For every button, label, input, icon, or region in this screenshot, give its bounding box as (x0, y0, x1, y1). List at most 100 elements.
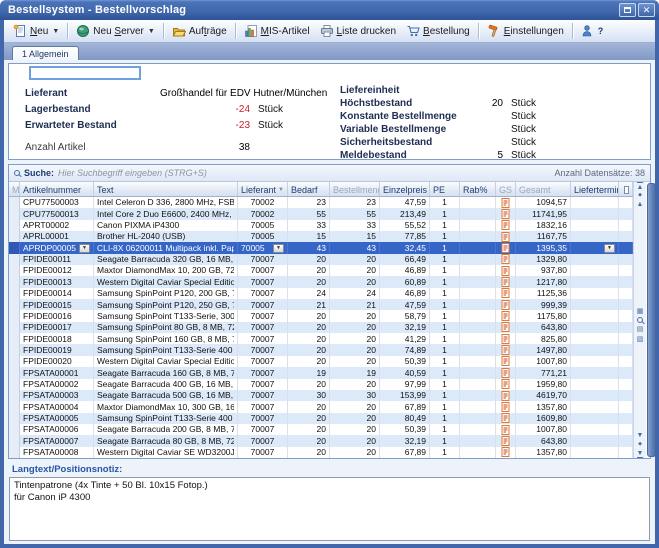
dropdown-button[interactable]: ▼ (79, 244, 90, 253)
table-row[interactable]: CPU77500003Intel Celeron D 336, 2800 MHz… (9, 197, 633, 208)
server-icon (76, 24, 90, 38)
toolbar-button-neu-server[interactable]: Neu Server▼ (71, 21, 160, 41)
cell-text: 20 (317, 334, 326, 345)
grid-filter-icon[interactable]: ▧ (637, 335, 644, 343)
column-header-lieferant[interactable]: Lieferant▼ (238, 182, 288, 196)
help-button[interactable]: ? (576, 21, 609, 41)
scroll-up-icon[interactable]: ▲ (637, 200, 644, 209)
cell-text: APRT00002 (23, 220, 69, 231)
table-row[interactable]: FPIDE00015Samsung SpinPoint P120, 250 GB… (9, 299, 633, 310)
column-header-text[interactable]: Text (94, 182, 238, 196)
restore-button[interactable] (619, 3, 636, 17)
cell (571, 197, 619, 208)
table-row[interactable]: FPIDE00020Western Digital Caviar Special… (9, 356, 633, 367)
form-row: LieferantGroßhandel für EDV Hutner/Münch… (25, 87, 314, 100)
cell (571, 288, 619, 299)
tab-allgemein[interactable]: 1 Allgemein (12, 46, 79, 60)
dropdown-button[interactable]: ▼ (273, 244, 284, 253)
table-row[interactable]: FPIDE00012Maxtor DiamondMax 10, 200 GB, … (9, 265, 633, 276)
vertical-scrollbar[interactable] (647, 183, 655, 457)
toolbar-button-einstellungen[interactable]: Einstellungen (482, 21, 569, 41)
column-header-einzelpreis[interactable]: Einzelpreis (380, 182, 430, 196)
toolbar-button-bestellung[interactable]: Bestellung (401, 21, 475, 41)
column-header-label: Bestellmenge (333, 185, 380, 195)
cell: 1 (430, 344, 460, 355)
dropdown-arrow-icon[interactable]: ▼ (148, 28, 155, 35)
column-header-m[interactable]: M (9, 182, 20, 196)
table-row[interactable]: FPIDE00011Seagate Barracuda 320 GB, 16 M… (9, 254, 633, 265)
field-unit: Stück (511, 110, 536, 123)
column-header-rab[interactable]: Rab% (460, 182, 496, 196)
scroll-first-icon[interactable]: ▲ (637, 182, 644, 191)
table-row[interactable]: APRDP00005▼CLI-8X 06200011 Multipack ink… (9, 242, 633, 253)
cell-text: 20 (317, 311, 326, 322)
cell: Seagate Barracuda 200 GB, 8 MB, 7200, NC… (94, 424, 238, 435)
column-header-bestellmenge[interactable]: Bestellmenge (330, 182, 380, 196)
table-row[interactable]: FPSATA00005Samsung SpinPoint T133-Serie … (9, 413, 633, 424)
column-header-gs[interactable]: GS (496, 182, 516, 196)
table-row[interactable]: FPSATA00003Seagate Barracuda 500 GB, 16 … (9, 390, 633, 401)
table-row[interactable]: FPSATA00002Seagate Barracuda 400 GB, 16 … (9, 379, 633, 390)
scroll-last-icon[interactable]: ▼ (637, 449, 644, 458)
table-row[interactable]: CPU77500013Intel Core 2 Duo E6600, 2400 … (9, 208, 633, 219)
cell: 46,89 (380, 288, 430, 299)
table-row[interactable]: APRT00002Canon PIXMA iP430070005333355,5… (9, 220, 633, 231)
cell-text: 20 (367, 356, 376, 367)
cell: 20 (288, 379, 330, 390)
column-header-liefertermin[interactable]: Liefertermin (571, 182, 619, 196)
cell: 15 (330, 231, 380, 242)
scroll-down-icon[interactable]: ▼ (637, 431, 644, 440)
cell-text: 20 (317, 413, 326, 424)
grid-view-icon[interactable]: ▤ (637, 325, 644, 333)
table-row[interactable]: FPIDE00017Samsung SpinPoint 80 GB, 8 MB,… (9, 322, 633, 333)
table-row[interactable]: APRL00001Brother HL-2040 (USB)7000515157… (9, 231, 633, 242)
grid-search-icon[interactable] (637, 317, 643, 323)
dropdown-arrow-icon[interactable]: ▼ (52, 28, 59, 35)
column-header-layout[interactable] (619, 182, 633, 196)
form-row: Variable BestellmengeStück (340, 123, 650, 136)
cell: 1 (430, 197, 460, 208)
cell (619, 333, 633, 344)
cell: 20 (288, 344, 330, 355)
dropdown-button[interactable]: ▼ (604, 244, 615, 253)
toolbar-button-neu[interactable]: Neu▼ (8, 21, 64, 41)
search-input[interactable]: Hier Suchbegriff eingeben (STRG+S) (58, 168, 550, 178)
column-header-gesamt[interactable]: Gesamt (516, 182, 571, 196)
scroll-diamond-up-icon[interactable]: ◆ (638, 191, 642, 200)
column-header-bedarf[interactable]: Bedarf (288, 182, 330, 196)
cell: 1217,80 (516, 276, 571, 287)
cell: 32,19 (380, 322, 430, 333)
toolbar-button-mis-artikel[interactable]: MIS-Artikel (239, 21, 315, 41)
column-chooser-icon[interactable]: ▦ (637, 307, 644, 315)
cell: 70007 (238, 390, 288, 401)
scroll-diamond-down-icon[interactable]: ◆ (638, 440, 642, 449)
table-row[interactable]: FPIDE00013Western Digital Caviar Special… (9, 276, 633, 287)
cell-text: 40,59 (405, 368, 426, 379)
quick-entry-input[interactable] (29, 66, 141, 80)
toolbar-button-auftr-ge[interactable]: Aufträge (167, 21, 232, 41)
cell-text: FPIDE00013 (23, 277, 72, 288)
cell (619, 254, 633, 265)
column-header-artikelnummer[interactable]: Artikelnummer (20, 182, 94, 196)
cell: 33 (288, 220, 330, 231)
table-row[interactable]: FPSATA00001Seagate Barracuda 160 GB, 8 M… (9, 367, 633, 378)
table-row[interactable]: FPSATA00008Western Digital Caviar SE WD3… (9, 447, 633, 458)
gs-document-icon (501, 311, 510, 321)
cell: 55,52 (380, 220, 430, 231)
close-button[interactable]: ✕ (638, 3, 655, 17)
table-row[interactable]: FPIDE00016Samsung SpinPoint T133-Serie, … (9, 310, 633, 321)
table-row[interactable]: FPIDE00019Samsung SpinPoint T133-Serie 4… (9, 344, 633, 355)
cell-text: 1959,80 (536, 379, 567, 390)
cell: 32,45 (380, 242, 430, 253)
toolbar-button-liste-drucken[interactable]: Liste drucken (315, 21, 401, 41)
cell (571, 413, 619, 424)
table-row[interactable]: FPSATA00004Maxtor DiamondMax 10, 300 GB,… (9, 401, 633, 412)
column-header-pe[interactable]: PE (430, 182, 460, 196)
table-row[interactable]: FPSATA00007Seagate Barracuda 80 GB, 8 MB… (9, 435, 633, 446)
table-row[interactable]: FPSATA00006Seagate Barracuda 200 GB, 8 M… (9, 424, 633, 435)
table-row[interactable]: FPIDE00014Samsung SpinPoint P120, 200 GB… (9, 288, 633, 299)
cell: FPIDE00011 (20, 254, 94, 265)
table-row[interactable]: FPIDE00018Samsung SpinPoint 160 GB, 8 MB… (9, 333, 633, 344)
cell (619, 288, 633, 299)
notes-textarea[interactable]: Tintenpatrone (4x Tinte + 50 Bl. 10x15 F… (9, 477, 650, 541)
